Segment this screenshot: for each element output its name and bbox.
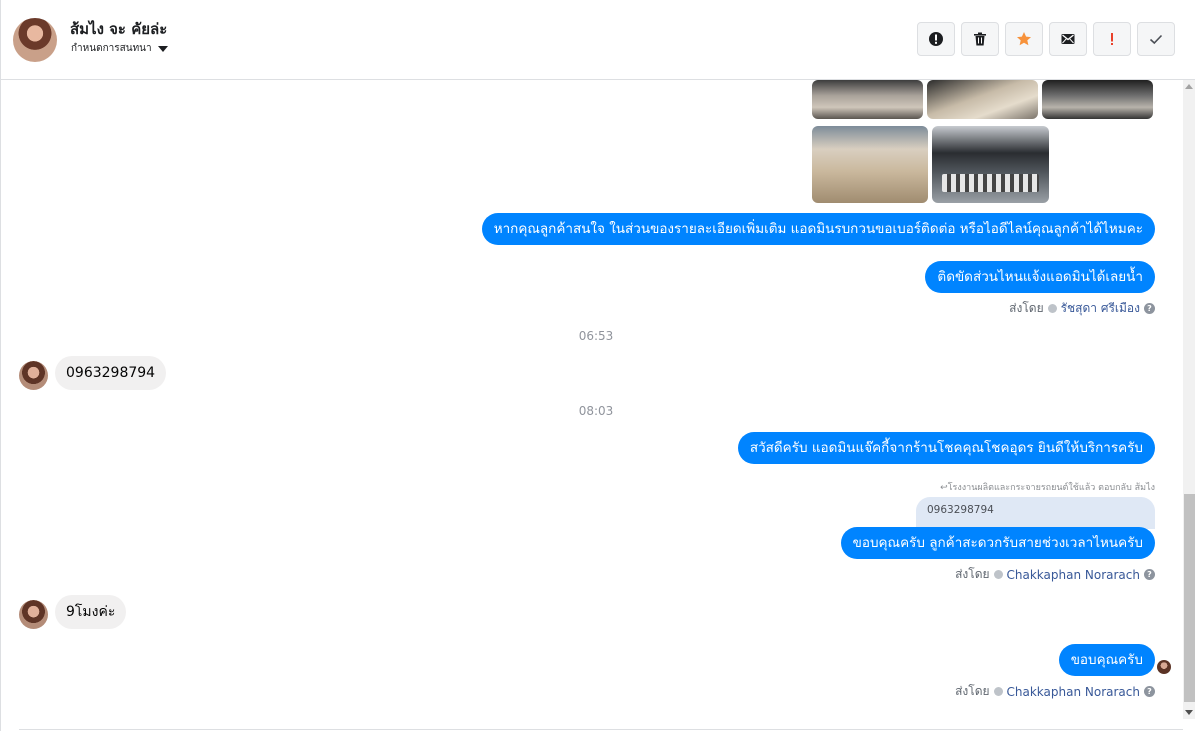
outgoing-message[interactable]: ติดขัดส่วนไหนแจ้งแอดมินได้เลยน้ำ — [925, 261, 1155, 293]
sent-by-label: ส่งโดย — [1009, 301, 1044, 315]
conversation-header: ส้มไง จะ คัยล่ะ กำหนดการสนทนา — [1, 0, 1195, 80]
delete-button[interactable] — [961, 22, 999, 56]
car-grill-detail — [942, 174, 1039, 192]
contact-name[interactable]: ส้มไง จะ คัยล่ะ — [70, 17, 167, 41]
composer-divider — [19, 729, 1183, 730]
photo-attachment[interactable] — [812, 126, 928, 203]
incoming-message[interactable]: 0963298794 — [55, 356, 167, 390]
conversation-schedule-label: กำหนดการสนทนา — [71, 43, 152, 54]
conversation-toolbar — [917, 22, 1175, 56]
sent-by-label: ส่งโดย — [955, 684, 990, 698]
quoted-message[interactable]: 0963298794 — [916, 497, 1155, 529]
mark-done-button[interactable] — [1137, 22, 1175, 56]
photo-attachment[interactable] — [927, 80, 1038, 119]
trash-icon — [974, 32, 986, 46]
reply-context-label: ↩โรงงานผลิตและกระจายรถยนต์ใช้แล้ว ตอบกลั… — [940, 483, 1155, 493]
star-icon — [1017, 32, 1031, 46]
scroll-down-arrow-icon[interactable] — [1185, 710, 1193, 715]
photo-attachment[interactable] — [1042, 80, 1153, 119]
exclamation-icon — [1111, 33, 1113, 45]
help-icon[interactable]: ? — [1144, 303, 1155, 314]
sent-by-info: ส่งโดย รัชสุดา ศรีเมือง ? — [1009, 299, 1155, 318]
mark-spam-button[interactable] — [917, 22, 955, 56]
scroll-up-arrow-icon[interactable] — [1185, 84, 1193, 89]
mark-unread-button[interactable] — [1049, 22, 1087, 56]
outgoing-message[interactable]: สวัสดีครับ แอดมินแจ๊คกี้จากร้านโชคคุณโชค… — [737, 432, 1155, 464]
checkmark-icon — [1149, 34, 1163, 45]
mark-important-button[interactable] — [1093, 22, 1131, 56]
scrollbar-thumb[interactable] — [1184, 494, 1195, 702]
caret-down-icon — [157, 45, 168, 52]
messenger-window: ส้มไง จะ คัยล่ะ กำหนดการสนทนา หากคุณลูกค… — [0, 0, 1195, 731]
star-button[interactable] — [1005, 22, 1043, 56]
outgoing-message[interactable]: หากคุณลูกค้าสนใจ ในส่วนของรายละเอียดเพิ่… — [481, 213, 1155, 245]
page-badge-icon — [1047, 304, 1057, 313]
sent-by-label: ส่งโดย — [955, 567, 990, 581]
help-icon[interactable]: ? — [1144, 569, 1155, 580]
sent-by-info: ส่งโดย Chakkaphan Norarach ? — [955, 682, 1155, 701]
envelope-icon — [1061, 34, 1075, 44]
sent-by-info: ส่งโดย Chakkaphan Norarach ? — [955, 565, 1155, 584]
thread-scrollbar[interactable] — [1183, 80, 1195, 719]
reply-arrow-icon: ↩ — [940, 483, 948, 493]
timestamp-divider: 08:03 — [578, 404, 614, 418]
exclamation-circle-icon — [929, 32, 943, 46]
timestamp-divider: 06:53 — [578, 329, 614, 343]
outgoing-message[interactable]: ขอบคุณครับ ลูกค้าสะดวกรับสายช่วงเวลาไหนค… — [840, 527, 1155, 559]
help-icon[interactable]: ? — [1144, 686, 1155, 697]
conversation-schedule-dropdown[interactable]: กำหนดการสนทนา — [71, 41, 168, 56]
contact-avatar-small[interactable] — [19, 361, 48, 390]
page-badge-icon — [993, 687, 1003, 696]
incoming-message[interactable]: 9โมงค่ะ — [55, 595, 127, 629]
sent-by-name[interactable]: Chakkaphan Norarach — [1007, 568, 1140, 582]
sent-by-name[interactable]: Chakkaphan Norarach — [1007, 685, 1140, 699]
page-badge-icon — [993, 570, 1003, 579]
photo-attachment[interactable] — [932, 126, 1049, 203]
contact-avatar[interactable] — [13, 18, 57, 62]
seen-indicator-avatar — [1157, 660, 1171, 674]
contact-avatar-small[interactable] — [19, 600, 48, 629]
outgoing-message[interactable]: ขอบคุณครับ — [1058, 644, 1155, 676]
sent-by-name[interactable]: รัชสุดา ศรีเมือง — [1061, 299, 1140, 318]
message-thread: หากคุณลูกค้าสนใจ ในส่วนของรายละเอียดเพิ่… — [1, 80, 1183, 731]
photo-attachment[interactable] — [812, 80, 923, 119]
